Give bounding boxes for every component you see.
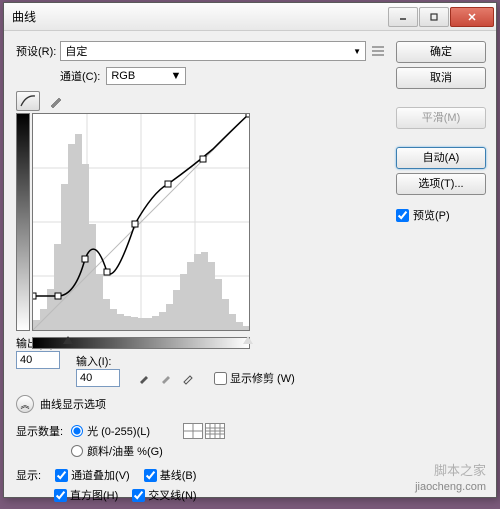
minimize-button[interactable] <box>388 7 418 27</box>
black-point-slider[interactable] <box>63 336 73 344</box>
input-field[interactable]: 40 <box>76 369 120 387</box>
light-label: 光 (0-255)(L) <box>87 423 150 439</box>
show-clipping-label: 显示修剪 (W) <box>230 370 295 386</box>
baseline-checkbox[interactable] <box>144 469 157 482</box>
titlebar[interactable]: 曲线 <box>4 3 496 31</box>
eyedropper-black-icon[interactable] <box>134 369 154 387</box>
options-button[interactable]: 选项(T)... <box>396 173 486 195</box>
channel-value: RGB <box>111 70 135 82</box>
output-field[interactable]: 40 <box>16 351 60 369</box>
window-title: 曲线 <box>6 8 36 25</box>
preset-label: 预设(R): <box>16 43 56 59</box>
grid-coarse-button[interactable] <box>183 423 203 439</box>
display-options-label: 曲线显示选项 <box>40 396 106 412</box>
preset-menu-icon[interactable] <box>370 44 386 58</box>
close-button[interactable] <box>450 7 494 27</box>
channel-overlay-label: 通道叠加(V) <box>71 467 130 483</box>
white-point-slider[interactable] <box>243 336 253 344</box>
show-clipping-checkbox[interactable] <box>214 372 227 385</box>
channel-overlay-checkbox[interactable] <box>55 469 68 482</box>
preset-value: 自定 <box>65 43 87 59</box>
watermark-url: jiaocheng.com <box>415 481 486 493</box>
collapse-toggle[interactable]: ︽ <box>16 395 34 413</box>
channel-select[interactable]: RGB ▼ <box>106 67 186 85</box>
preview-label: 预览(P) <box>413 207 450 223</box>
eyedropper-gray-icon[interactable] <box>156 369 176 387</box>
pigment-label: 颜料/油墨 %(G) <box>87 443 163 459</box>
smooth-button: 平滑(M) <box>396 107 486 129</box>
intersection-label: 交叉线(N) <box>148 487 196 503</box>
baseline-label: 基线(B) <box>160 467 197 483</box>
pigment-radio[interactable] <box>71 445 83 457</box>
preset-select[interactable]: 自定 ▼ <box>60 41 366 61</box>
pencil-tool-button[interactable] <box>44 91 68 111</box>
input-gradient[interactable] <box>32 337 250 349</box>
auto-button[interactable]: 自动(A) <box>396 147 486 169</box>
curves-dialog: 曲线 预设(R): 自定 ▼ 通道(C): RGB ▼ <box>3 2 497 498</box>
input-label: 输入(I): <box>76 353 111 369</box>
watermark-brand: 脚本之家 <box>434 460 486 479</box>
grid-fine-button[interactable] <box>205 423 225 439</box>
channel-label: 通道(C): <box>60 68 100 84</box>
eyedropper-white-icon[interactable] <box>178 369 198 387</box>
chevron-down-icon: ▼ <box>353 47 361 56</box>
ok-button[interactable]: 确定 <box>396 41 486 63</box>
output-gradient <box>16 113 30 331</box>
maximize-button[interactable] <box>419 7 449 27</box>
show-label: 显示: <box>16 467 41 483</box>
light-radio[interactable] <box>71 425 83 437</box>
cancel-button[interactable]: 取消 <box>396 67 486 89</box>
histogram-label: 直方图(H) <box>70 487 118 503</box>
curve-tool-button[interactable] <box>16 91 40 111</box>
curves-graph[interactable] <box>32 113 250 331</box>
show-amount-label: 显示数量: <box>16 423 63 439</box>
preview-checkbox[interactable] <box>396 209 409 222</box>
chevron-down-icon: ▼ <box>170 70 181 82</box>
